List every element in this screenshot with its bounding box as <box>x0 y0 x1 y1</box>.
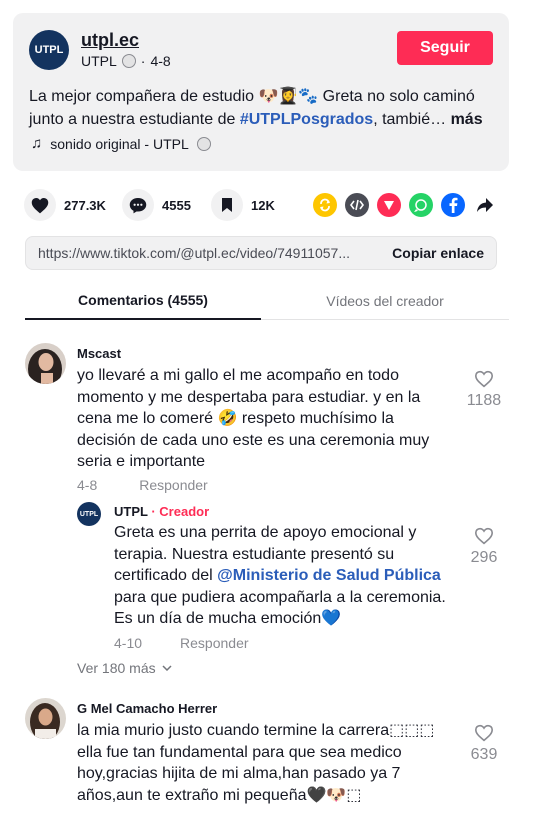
chevron-down-icon <box>162 665 172 671</box>
tab-creator-videos[interactable]: Vídeos del creador <box>261 282 509 319</box>
comment-like-count: 639 <box>470 746 498 763</box>
action-bar: 277.3K 4555 12K <box>24 189 504 221</box>
bookmark-icon[interactable] <box>211 189 243 221</box>
repost-icon[interactable] <box>313 193 337 217</box>
post-card: UTPL utpl.ec UTPL · 4-8 Seguir La mejor … <box>13 13 509 171</box>
comment-username[interactable]: Mscast <box>77 346 121 361</box>
music-note-icon: ♫ <box>31 135 43 152</box>
heart-icon[interactable] <box>24 189 56 221</box>
sound-badge-icon <box>196 136 211 151</box>
share-arrow-icon[interactable] <box>473 193 497 217</box>
account-name-link[interactable]: utpl.ec <box>81 30 139 51</box>
video-link-box: https://www.tiktok.com/@utpl.ec/video/74… <box>25 236 497 270</box>
comment-text: yo llevaré a mi gallo el me acompaño en … <box>77 367 430 470</box>
comment-like[interactable]: 639 <box>464 724 504 764</box>
sound-link[interactable]: ♫ sonido original - UTPL <box>31 135 211 152</box>
heart-outline-icon[interactable] <box>474 370 494 388</box>
display-name: UTPL <box>81 53 117 69</box>
badge-icon <box>121 54 136 68</box>
like-count: 277.3K <box>64 197 106 213</box>
reply-meta: 4-10 Responder <box>114 635 249 651</box>
sound-label: sonido original - UTPL <box>50 135 189 152</box>
account-avatar[interactable]: UTPL <box>29 30 69 70</box>
comment-date: 4-8 <box>77 477 98 493</box>
reply-text-part2: para que pudiera acompañarla a la ceremo… <box>114 588 446 628</box>
reply-text: Greta es una perrita de apoyo emocional … <box>114 522 459 630</box>
reply-avatar[interactable]: UTPL <box>77 502 101 526</box>
save-action[interactable]: 12K <box>211 189 275 221</box>
tab-comments[interactable]: Comentarios (4555) <box>25 282 261 320</box>
follow-button[interactable]: Seguir <box>397 31 493 65</box>
post-description: La mejor compañera de estudio 🐶👩‍🎓🐾 Gret… <box>29 85 495 131</box>
reply-header: UTPL · Creador <box>114 504 209 519</box>
embed-icon[interactable] <box>345 193 369 217</box>
creator-badge: · Creador <box>151 504 210 519</box>
account-meta: UTPL · 4-8 <box>81 53 171 69</box>
mention-link[interactable]: @Ministerio de Salud Pública <box>217 567 441 584</box>
hashtag-link[interactable]: #UTPLPosgrados <box>240 111 373 128</box>
heart-outline-icon[interactable] <box>474 527 494 545</box>
reply-like[interactable]: 296 <box>464 527 504 567</box>
facebook-icon[interactable] <box>441 193 465 217</box>
reply-like-count: 296 <box>470 549 498 566</box>
comment-count: 4555 <box>162 197 191 213</box>
comment-like-count: 1188 <box>466 392 502 409</box>
send-icon[interactable] <box>377 193 401 217</box>
reply-reply-button[interactable]: Responder <box>180 635 249 651</box>
comment-meta: 4-8 Responder <box>77 477 208 493</box>
video-url[interactable]: https://www.tiktok.com/@utpl.ec/video/74… <box>38 245 368 261</box>
description-tail: , tambié… <box>373 111 447 128</box>
comment-username[interactable]: G Mel Camacho Herrer <box>77 701 217 716</box>
copy-link-button[interactable]: Copiar enlace <box>392 245 484 261</box>
comment-like[interactable]: 1188 <box>464 370 504 410</box>
comment-text: la mia murio justo cuando termine la car… <box>77 722 435 804</box>
heart-outline-icon[interactable] <box>474 724 494 742</box>
like-action[interactable]: 277.3K <box>24 189 106 221</box>
comment-action[interactable]: 4555 <box>122 189 191 221</box>
commenter-avatar[interactable] <box>25 343 66 384</box>
view-more-replies[interactable]: Ver 180 más <box>77 660 172 676</box>
reply-date: 4-10 <box>114 635 143 651</box>
save-count: 12K <box>251 197 275 213</box>
reply-username[interactable]: UTPL <box>114 504 148 519</box>
reply-button[interactable]: Responder <box>139 477 208 493</box>
separator: · <box>140 53 146 69</box>
post-date: 4-8 <box>150 53 171 69</box>
commenter-avatar[interactable] <box>25 698 66 739</box>
content-tabs: Comentarios (4555) Vídeos del creador <box>25 282 509 320</box>
more-button[interactable]: más <box>451 111 483 128</box>
whatsapp-icon[interactable] <box>409 193 433 217</box>
comment-icon[interactable] <box>122 189 154 221</box>
view-more-label: Ver 180 más <box>77 660 156 676</box>
